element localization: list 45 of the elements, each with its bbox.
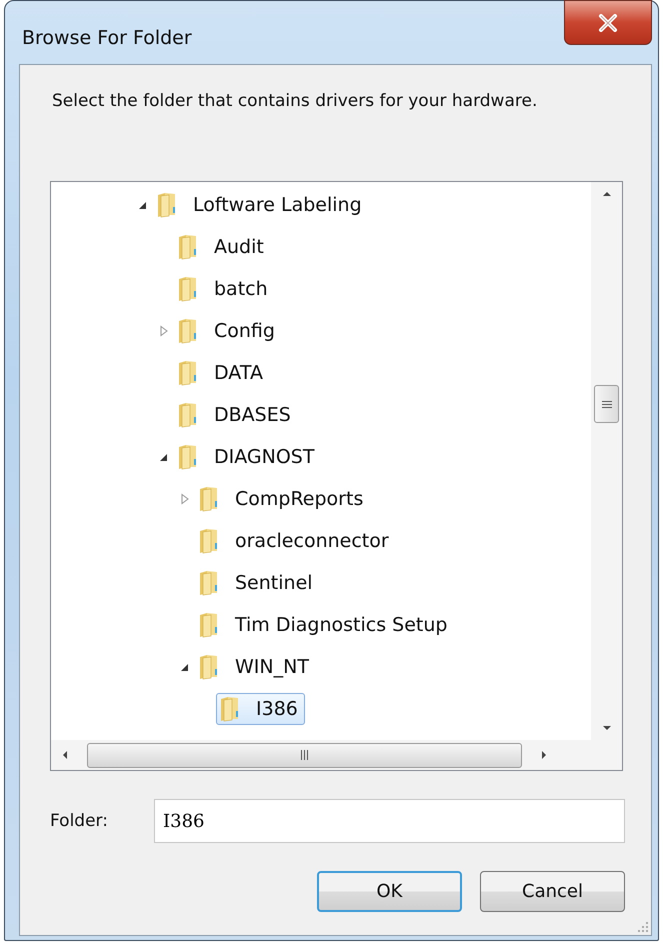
tree-item[interactable]: WIN_NT (195, 651, 316, 683)
scroll-up-icon[interactable] (600, 190, 612, 198)
horizontal-scrollbar[interactable] (51, 740, 622, 770)
tree-item[interactable]: Audit (174, 231, 271, 263)
tree-item[interactable]: I386 (216, 693, 305, 725)
folder-label: Folder: (50, 811, 109, 831)
folder-icon (177, 234, 199, 260)
tree-item[interactable]: Tim Diagnostics Setup (195, 609, 454, 641)
folder-icon (198, 528, 220, 554)
close-icon (597, 14, 619, 32)
folder-icon (198, 570, 220, 596)
vertical-scrollbar[interactable] (591, 182, 622, 740)
folder-icon (177, 276, 199, 302)
collapsed-arrow-icon[interactable] (179, 493, 191, 505)
close-button[interactable] (564, 0, 652, 45)
tree-item[interactable]: CompReports (195, 483, 370, 515)
tree-item[interactable]: Loftware Labeling (153, 189, 369, 221)
instruction-text: Select the folder that contains drivers for your hardware. (52, 91, 538, 113)
scroll-thumb[interactable] (594, 385, 619, 423)
ok-button[interactable]: OK (317, 871, 462, 912)
folder-icon (177, 318, 199, 344)
tree-item[interactable]: Sentinel (195, 567, 320, 599)
tree-item[interactable]: DBASES (174, 399, 298, 431)
folder-icon (198, 612, 220, 638)
cancel-button[interactable]: Cancel (480, 871, 625, 912)
tree-item[interactable]: Config (174, 315, 282, 347)
scroll-right-icon[interactable] (540, 749, 548, 761)
folder-icon (198, 654, 220, 680)
folder-icon (219, 696, 241, 722)
folder-icon (177, 402, 199, 428)
resize-grip-icon[interactable] (637, 921, 649, 933)
folder-icon (177, 360, 199, 386)
folder-field[interactable]: I386 (154, 799, 625, 843)
collapsed-arrow-icon[interactable] (158, 325, 170, 337)
tree-item[interactable]: DATA (174, 357, 270, 389)
folder-icon (177, 444, 199, 470)
scroll-down-icon[interactable] (600, 724, 612, 732)
tree-item[interactable]: oracleconnector (195, 525, 396, 557)
folder-icon (156, 192, 178, 218)
folder-icon (198, 486, 220, 512)
tree-item[interactable]: batch (174, 273, 275, 305)
tree-item[interactable]: DIAGNOST (174, 441, 322, 473)
scroll-left-icon[interactable] (61, 749, 69, 761)
scroll-thumb[interactable] (87, 742, 522, 768)
window-title: Browse For Folder (22, 27, 192, 49)
